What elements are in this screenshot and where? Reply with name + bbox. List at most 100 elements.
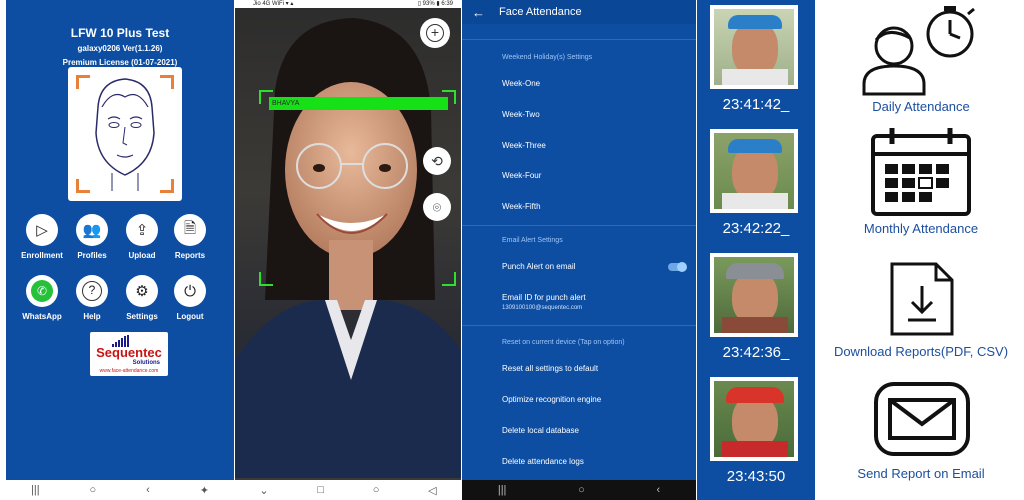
status-left: Jio 4G WiFi ▾ ▴ [253,1,294,7]
logo-tagline: Solutions [132,360,160,366]
switch-camera-button[interactable]: ⟲ [423,147,451,175]
plus-icon: + [426,24,444,42]
send-email-label: Send Report on Email [857,466,985,481]
week-three-item[interactable]: Week-Three [502,141,546,150]
upload-button[interactable]: ⇪ Upload [116,214,168,260]
email-id-value: 1309100100@sequentec.com [502,305,583,311]
reports-icon: 🗎 [174,214,206,246]
home-button[interactable]: ○ [578,484,585,496]
whatsapp-label: WhatsApp [22,312,62,321]
email-id-item[interactable]: Email ID for punch alert [502,293,586,302]
person-clock-icon [862,6,975,96]
help-button[interactable]: ? Help [66,275,118,321]
daily-attendance-feature[interactable]: Daily Attendance [818,0,1024,120]
app-version: galaxy0206 Ver(1.1.26) [77,44,163,53]
camera-switch-icon: ⟲ [431,152,443,169]
person-photo [235,18,461,478]
person-photo [710,253,798,337]
reset-section-header: Reset on current device (Tap on option) [502,339,625,346]
sequentec-logo: Sequentec Solutions www.face-attendance.… [90,332,168,376]
page-title: Face Attendance [499,6,582,18]
recents-button[interactable]: ||| [31,484,40,496]
capture-button[interactable]: ⌾ [423,193,451,221]
power-icon: ⏻ [174,275,206,307]
enrollment-button[interactable]: ▷ Enrollment [16,214,68,260]
camera-preview [235,0,461,478]
reports-button[interactable]: 🗎 Reports [164,214,216,260]
email-icon [874,382,970,456]
face-illustration [68,67,182,201]
enrollment-label: Enrollment [21,251,63,260]
week-four-item[interactable]: Week-Four [502,171,541,180]
profiles-button[interactable]: 👥 Profiles [66,214,118,260]
settings-app-bar: ← Face Attendance [462,0,696,24]
attendance-entry[interactable]: 23:41:42_ [697,0,815,122]
settings-button[interactable]: ⚙ Settings [116,275,168,321]
home-button[interactable]: ○ [373,484,380,496]
monthly-attendance-feature[interactable]: Monthly Attendance [818,122,1024,242]
week-two-item[interactable]: Week-Two [502,110,540,119]
logo-url: www.face-attendance.com [99,368,159,374]
home-screen-panel: LFW 10 Plus Test galaxy0206 Ver(1.1.26) … [6,0,234,500]
features-panel: Daily Attendance Monthly Attendance Down… [818,0,1024,500]
back-button[interactable]: ‹ [146,484,150,496]
recents-button[interactable]: ||| [498,484,507,496]
person-photo [710,129,798,213]
camera-icon: ⌾ [432,198,442,215]
optimize-engine-item[interactable]: Optimize recognition engine [502,395,601,404]
back-button[interactable]: ◁ [428,484,436,497]
logo-name: Sequentec [96,345,162,360]
reset-settings-item[interactable]: Reset all settings to default [502,364,598,373]
upload-label: Upload [128,251,156,260]
play-icon: ▷ [26,214,58,246]
punch-time: 23:41:42_ [722,96,790,113]
back-arrow-icon[interactable]: ← [472,5,485,20]
attendance-entry[interactable]: 23:42:36_ [697,248,815,370]
download-file-icon [890,262,954,336]
accessibility-button[interactable]: ✦ [200,484,209,497]
attendance-entry[interactable]: 23:43:50 [697,372,815,494]
help-label: Help [83,312,101,321]
detected-name-label: BHAVYA [269,97,448,110]
punch-time: 23:42:22_ [722,220,790,237]
person-photo [710,377,798,461]
weekend-section-header: Weekend Holiday(s) Settings [502,54,593,61]
send-email-feature[interactable]: Send Report on Email [818,380,1024,490]
gear-icon: ⚙ [126,275,158,307]
punch-alert-item[interactable]: Punch Alert on email [502,262,575,271]
whatsapp-button[interactable]: ✆ WhatsApp [16,275,68,321]
punch-time: 23:43:50 [726,468,786,485]
android-nav-bar: ||| ○ ‹ ✦ [6,480,234,500]
settings-label: Settings [126,312,158,321]
upload-icon: ⇪ [126,214,158,246]
punch-alert-toggle[interactable] [668,262,687,272]
email-section-header: Email Alert Settings [502,237,563,244]
logout-button[interactable]: ⏻ Logout [164,275,216,321]
android-nav-bar: ||| ○ ‹ [462,480,696,500]
download-reports-label: Download Reports(PDF, CSV) [833,344,1009,359]
android-nav-bar: ⌄ □ ○ ◁ [235,480,461,500]
app-title: LFW 10 Plus Test [70,26,170,40]
profiles-icon: 👥 [76,214,108,246]
calendar-icon [871,128,971,216]
profiles-label: Profiles [77,251,107,260]
logout-label: Logout [176,312,204,321]
status-bar: Jio 4G WiFi ▾ ▴ ▯ 93% ▮ 6:39 [235,0,461,8]
add-face-button[interactable]: + [420,18,450,48]
week-fifth-item[interactable]: Week-Fifth [502,202,541,211]
person-photo [710,5,798,89]
attendance-entry[interactable]: 23:42:22_ [697,124,815,246]
camera-recognition-panel: Jio 4G WiFi ▾ ▴ ▯ 93% ▮ 6:39 + ⟲ ⌾ BHAVY… [235,0,461,500]
help-icon: ? [76,275,108,307]
daily-attendance-label: Daily Attendance [872,99,970,114]
punch-time: 23:42:36_ [722,344,790,361]
hide-keyboard-button[interactable]: ⌄ [259,484,268,497]
home-button[interactable]: ○ [90,484,97,496]
monthly-attendance-label: Monthly Attendance [863,221,979,236]
week-one-item[interactable]: Week-One [502,79,540,88]
recents-button[interactable]: □ [317,484,324,496]
back-button[interactable]: ‹ [656,484,660,496]
delete-logs-item[interactable]: Delete attendance logs [502,457,584,466]
download-reports-feature[interactable]: Download Reports(PDF, CSV) [818,258,1024,368]
delete-database-item[interactable]: Delete local database [502,426,579,435]
